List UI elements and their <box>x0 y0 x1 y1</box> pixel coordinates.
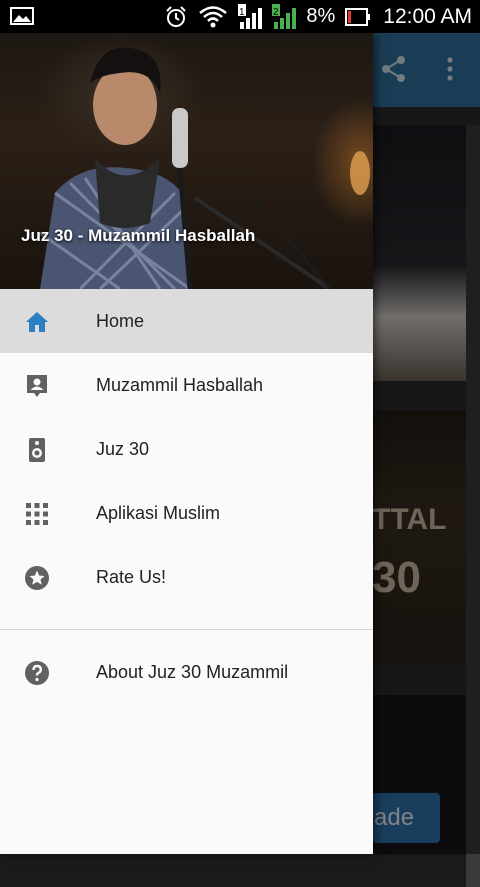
drawer-item-label: Juz 30 <box>96 439 150 459</box>
apps-grid-icon <box>26 503 48 525</box>
battery-icon <box>345 7 371 26</box>
drawer-item-aplikasi-muslim[interactable]: Aplikasi Muslim <box>0 481 373 545</box>
drawer-item-home[interactable]: Home <box>0 289 373 353</box>
drawer-item-muzammil[interactable]: Muzammil Hasballah <box>0 353 373 417</box>
signal-icon-2: 2 <box>272 3 297 29</box>
drawer-item-juz30[interactable]: Juz 30 <box>0 417 373 481</box>
drawer-header-title: Juz 30 - Muzammil Hasballah <box>21 226 256 245</box>
signal-icon-1: 1 <box>238 3 263 29</box>
drawer-item-label: Rate Us! <box>96 567 167 587</box>
svg-text:1: 1 <box>239 7 245 18</box>
drawer-item-label: Aplikasi Muslim <box>96 503 221 523</box>
clock: 12:00 AM <box>383 4 472 28</box>
drawer-divider <box>0 629 373 630</box>
drawer-item-label: Home <box>96 311 145 331</box>
image-icon <box>10 7 34 25</box>
home-icon <box>26 312 48 332</box>
speaker-icon <box>29 438 45 462</box>
battery-percent: 8% <box>306 5 336 27</box>
svg-text:2: 2 <box>273 7 279 18</box>
navigation-drawer: Juz 30 - Muzammil Hasballah Home Muzammi… <box>0 33 373 854</box>
star-icon <box>25 566 49 590</box>
drawer-item-about[interactable]: About Juz 30 Muzammil <box>0 640 373 704</box>
drawer-item-label: Muzammil Hasballah <box>96 375 264 395</box>
header-photo <box>39 47 370 289</box>
contact-icon <box>27 375 47 397</box>
drawer-footer-menu: About Juz 30 Muzammil <box>0 640 373 704</box>
status-bar: 1 2 8% 12:00 AM <box>0 0 480 33</box>
drawer-item-label: About Juz 30 Muzammil <box>96 662 289 682</box>
drawer-header: Juz 30 - Muzammil Hasballah <box>0 33 373 289</box>
drawer-menu: Home Muzammil Hasballah Juz 30 Aplikasi … <box>0 289 373 609</box>
wifi-icon <box>199 5 228 27</box>
alarm-icon <box>166 5 187 27</box>
drawer-item-rate-us[interactable]: Rate Us! <box>0 545 373 609</box>
help-icon <box>25 661 49 685</box>
